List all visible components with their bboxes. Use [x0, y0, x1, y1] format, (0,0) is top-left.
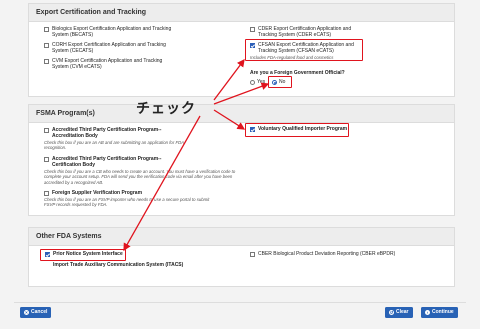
radio-yes[interactable] — [250, 80, 255, 85]
footer-divider — [14, 302, 466, 303]
continue-icon: › — [425, 310, 430, 315]
atp-ab-checkbox[interactable] — [44, 128, 49, 133]
cfsan-help-text: Includes FDA-regulated food and cosmetic… — [250, 55, 334, 60]
cder-ecats-label: CDER Export Certification Application an… — [258, 26, 352, 39]
radio-no-label: No — [279, 79, 286, 85]
continue-button-label: Continue — [432, 309, 454, 315]
clear-icon: ↺ — [389, 310, 394, 315]
fsvp-checkbox[interactable] — [44, 191, 49, 196]
other-section-title: Other FDA Systems — [29, 228, 454, 246]
cancel-button[interactable]: × Cancel — [20, 307, 52, 318]
vqip-label: Voluntary Qualified Importer Program — [258, 126, 348, 132]
clear-button-label: Clear — [396, 309, 409, 315]
becats-label: Biologics Export Certification Applicati… — [52, 26, 172, 39]
cber-ebpdr-checkbox[interactable] — [250, 252, 255, 257]
export-section-title: Export Certification and Tracking — [29, 4, 454, 22]
atp-ab-label: Accredited Third Party Certification Pro… — [52, 127, 162, 140]
cvm-ecats-label: CVM Export Certification Application and… — [52, 58, 163, 71]
cancel-button-label: Cancel — [31, 309, 48, 315]
atp-cb-help: Check this box if you are a CB who needs… — [44, 169, 236, 185]
atp-cb-checkbox[interactable] — [44, 157, 49, 162]
cecats-label: CORH Export Certification Application an… — [52, 42, 166, 55]
atp-ab-help: Check this box if you are an AB and are … — [44, 140, 184, 151]
clear-button[interactable]: ↺ Clear — [385, 307, 413, 318]
cvm-ecats-checkbox[interactable] — [44, 59, 49, 64]
cber-ebpdr-label: CBER Biological Product Deviation Report… — [258, 251, 396, 257]
fsvp-label: Foreign Supplier Verification Program — [52, 190, 143, 196]
continue-button[interactable]: › Continue — [421, 307, 458, 318]
itacs-label: Import Trade Auxiliary Communication Sys… — [53, 262, 184, 268]
becats-checkbox[interactable] — [44, 27, 49, 32]
radio-yes-label: Yes — [257, 79, 266, 85]
cecats-checkbox[interactable] — [44, 43, 49, 48]
atp-cb-label: Accredited Third Party Certification Pro… — [52, 156, 162, 169]
prior-notice-label: Prior Notice System Interface — [53, 251, 123, 257]
vqip-checkbox[interactable] — [250, 127, 255, 132]
prior-notice-checkbox[interactable] — [45, 252, 50, 257]
cder-ecats-checkbox[interactable] — [250, 27, 255, 32]
cancel-icon: × — [24, 310, 29, 315]
cfsan-ecats-checkbox[interactable] — [250, 43, 255, 48]
radio-no[interactable] — [272, 80, 277, 85]
fsvp-help: Check this box if you are an FSVP import… — [44, 197, 210, 208]
fsma-section-title: FSMA Program(s) — [29, 105, 454, 123]
check-annotation: チェック — [136, 101, 196, 117]
cfsan-ecats-label: CFSAN Export Certification Application a… — [258, 42, 354, 55]
